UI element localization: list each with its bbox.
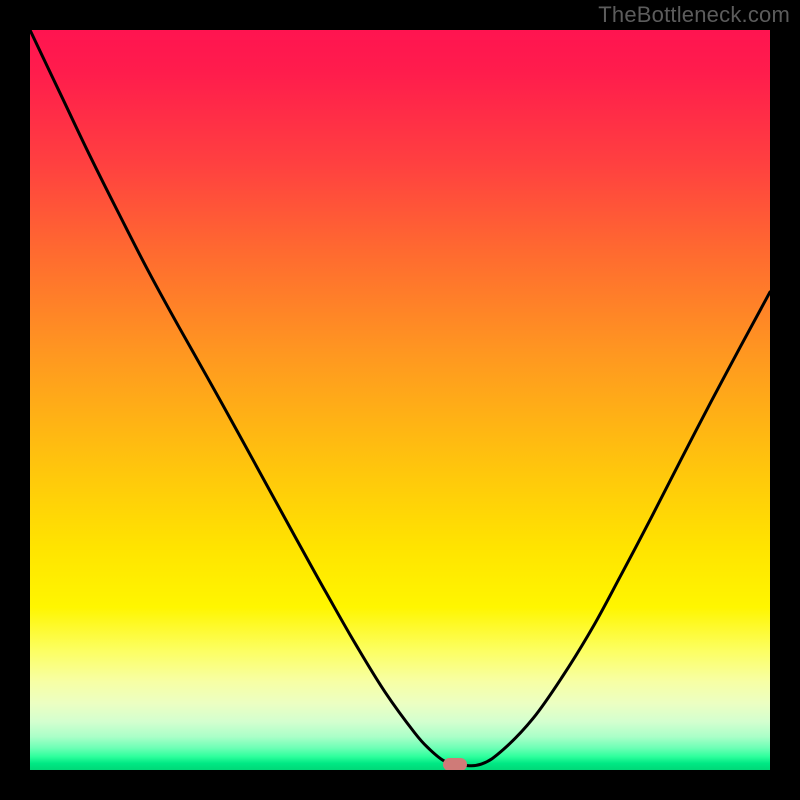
optimal-point-marker — [443, 758, 467, 770]
plot-area — [30, 30, 770, 770]
bottleneck-v-curve — [30, 30, 770, 766]
chart-frame: TheBottleneck.com — [0, 0, 800, 800]
v-curve-svg — [30, 30, 770, 770]
watermark-text: TheBottleneck.com — [598, 2, 790, 28]
